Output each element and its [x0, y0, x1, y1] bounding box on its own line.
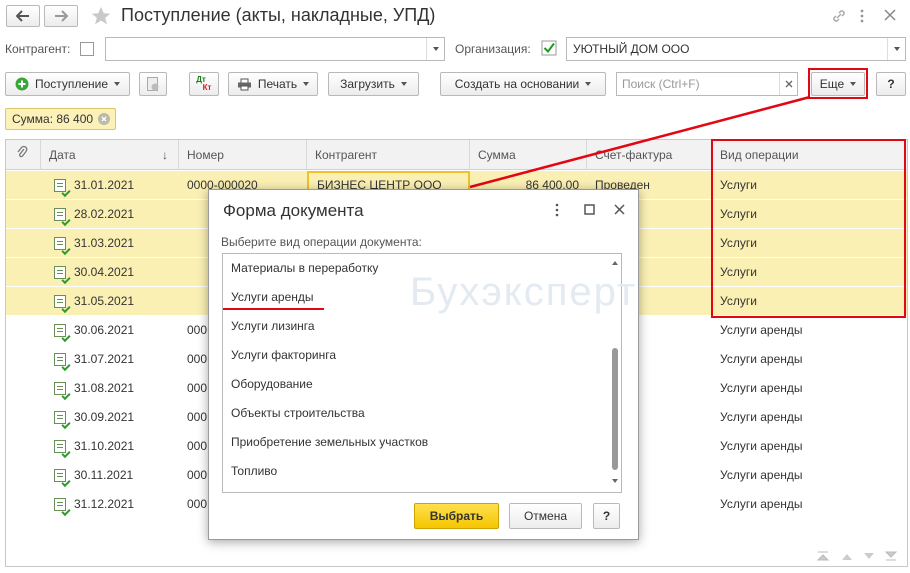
close-icon[interactable]	[614, 204, 625, 215]
scrollbar-thumb[interactable]	[612, 348, 618, 470]
operation-type-list: Материалы в переработку Услуги аренды Ус…	[222, 253, 622, 493]
list-item[interactable]: Объекты строительства	[231, 399, 365, 428]
list-item[interactable]: Оборудование	[231, 370, 313, 399]
choose-button[interactable]: Выбрать	[414, 503, 499, 529]
list-item[interactable]: Топливо	[231, 457, 277, 486]
scroll-down-icon[interactable]	[611, 478, 619, 484]
item-underline	[223, 308, 324, 310]
list-item[interactable]: Услуги факторинга	[231, 341, 336, 370]
cancel-button[interactable]: Отмена	[509, 503, 582, 529]
dialog-prompt: Выберите вид операции документа:	[221, 235, 422, 249]
list-item[interactable]: Услуги лизинга	[231, 312, 315, 341]
list-item[interactable]: Приобретение земельных участков	[231, 428, 428, 457]
maximize-icon[interactable]	[584, 204, 595, 215]
list-item[interactable]: Материалы в переработку	[231, 254, 378, 283]
dialog-help-button[interactable]: ?	[593, 503, 620, 529]
more-vertical-icon[interactable]	[554, 203, 560, 217]
document-form-dialog: Форма документа Выберите вид операции до…	[208, 189, 639, 540]
scroll-up-icon[interactable]	[611, 260, 619, 266]
list-scrollbar[interactable]	[609, 254, 621, 492]
dialog-title: Форма документа	[223, 201, 364, 220]
